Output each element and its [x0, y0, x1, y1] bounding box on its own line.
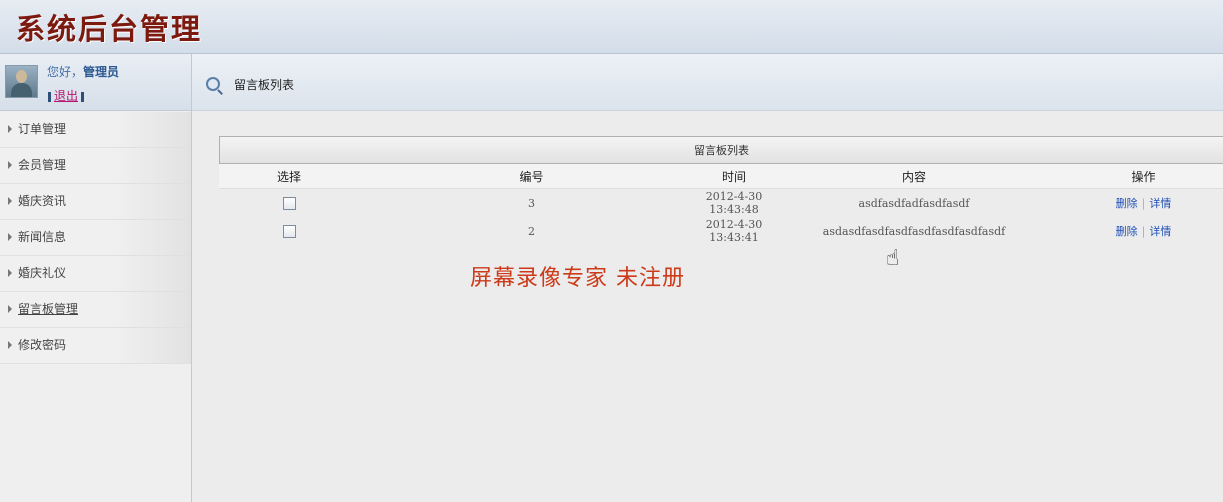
- greeting-prefix: 您好，: [47, 65, 84, 79]
- user-panel: 您好，管理员 退出: [0, 54, 191, 111]
- watermark-text: 屏幕录像专家 未注册: [470, 266, 685, 291]
- col-time: 时间: [704, 164, 764, 189]
- content-header: 留言板列表: [192, 54, 1223, 111]
- delete-link[interactable]: 删除: [1116, 197, 1138, 210]
- caret-right-icon: [8, 161, 12, 169]
- row-id: 2: [528, 224, 535, 238]
- sidebar-item-members[interactable]: 会员管理: [0, 148, 191, 184]
- sidebar-item-wedding-news[interactable]: 婚庆资讯: [0, 184, 191, 220]
- col-actions: 操作: [1064, 164, 1223, 189]
- row-actions: 删除 | 详情: [1115, 225, 1172, 238]
- row-time: 2012-4-30 13:43:41: [705, 218, 763, 244]
- col-select: 选择: [219, 164, 359, 189]
- sidebar-item-wedding-etiquette[interactable]: 婚庆礼仪: [0, 256, 191, 292]
- hand-pointer-icon: ☝: [886, 246, 900, 271]
- row-time: 2012-4-30 13:43:48: [705, 190, 763, 216]
- table-row: 3 2012-4-30 13:43:48 asdfasdfadfasdfasdf…: [219, 189, 1223, 218]
- col-id: 编号: [359, 164, 704, 189]
- detail-link[interactable]: 详情: [1149, 225, 1171, 238]
- caret-right-icon: [8, 305, 12, 313]
- caret-right-icon: [8, 125, 12, 133]
- row-checkbox[interactable]: [282, 224, 296, 238]
- caret-right-icon: [8, 197, 12, 205]
- row-content: asdasdfasdfasdfasdfasdfasdfasdf: [822, 224, 1006, 238]
- caret-right-icon: [8, 269, 12, 277]
- row-checkbox[interactable]: [282, 196, 296, 210]
- delete-link[interactable]: 删除: [1116, 225, 1138, 238]
- sidebar-item-guestbook[interactable]: 留言板管理: [0, 292, 191, 328]
- search-icon: [206, 77, 220, 91]
- sidebar-nav: 订单管理 会员管理 婚庆资讯 新闻信息 婚庆礼仪 留言板管理 修改密码: [0, 112, 191, 364]
- sidebar-item-news[interactable]: 新闻信息: [0, 220, 191, 256]
- table-title: 留言板列表: [219, 136, 1223, 164]
- guestbook-table: 选择 编号 时间 内容 操作 3 2012-4-30 13:43:48 asdf…: [219, 164, 1223, 245]
- user-name: 管理员: [83, 65, 120, 79]
- caret-right-icon: [8, 341, 12, 349]
- row-content: asdfasdfadfasdfasdf: [858, 196, 970, 210]
- table-row: 2 2012-4-30 13:43:41 asdasdfasdfasdfasdf…: [219, 217, 1223, 245]
- guestbook-table-panel: 留言板列表 选择 编号 时间 内容 操作 3 2012-4-30 13:43:4…: [219, 136, 1223, 245]
- row-actions: 删除 | 详情: [1115, 197, 1172, 210]
- caret-right-icon: [8, 233, 12, 241]
- sidebar-item-change-password[interactable]: 修改密码: [0, 328, 191, 364]
- logout-wrap: 退出: [45, 87, 87, 104]
- app-title: 系统后台管理: [16, 12, 203, 46]
- logout-link[interactable]: 退出: [54, 89, 78, 103]
- sidebar-item-orders[interactable]: 订单管理: [0, 112, 191, 148]
- sidebar: 您好，管理员 退出 订单管理 会员管理 婚庆资讯 新闻信息 婚庆礼仪 留言板管理…: [0, 54, 192, 502]
- avatar: [5, 65, 38, 98]
- user-greeting: 您好，管理员: [47, 63, 119, 80]
- app-header: 系统后台管理: [0, 0, 1223, 54]
- detail-link[interactable]: 详情: [1149, 197, 1171, 210]
- row-id: 3: [528, 196, 535, 210]
- col-content: 内容: [764, 164, 1064, 189]
- page-title: 留言板列表: [234, 78, 295, 92]
